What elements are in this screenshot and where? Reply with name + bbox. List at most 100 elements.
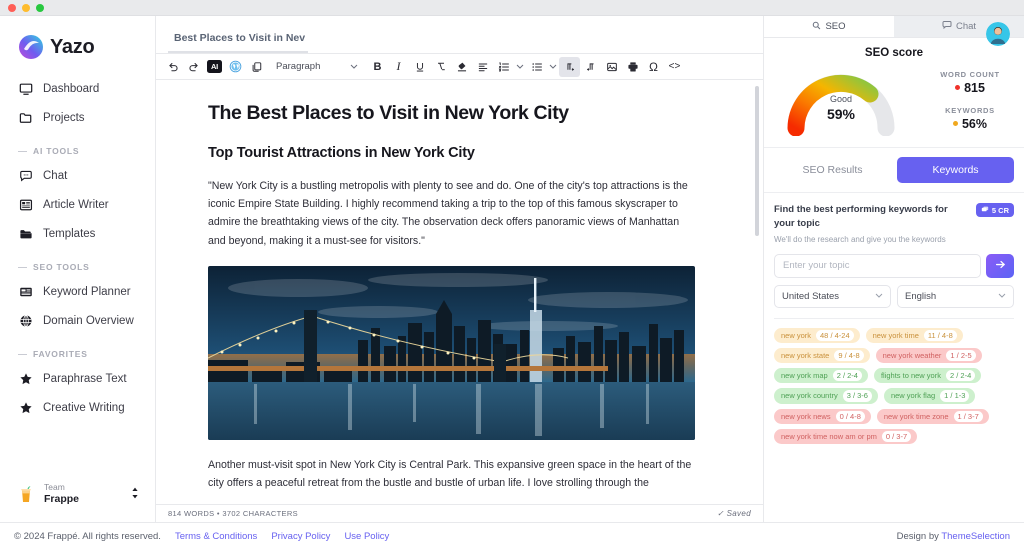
sidebar-item-chat[interactable]: Chat <box>10 161 145 190</box>
ai-button[interactable]: AI <box>204 57 225 77</box>
keyword-text: new york flag <box>891 390 935 401</box>
keywords-divider <box>774 318 1014 319</box>
right-panel: SEO Chat SEO score <box>764 16 1024 522</box>
keyword-tag[interactable]: new york weather1 / 2-5 <box>876 348 982 363</box>
keyword-tag[interactable]: new york map2 / 2-4 <box>774 368 868 383</box>
ordered-list-button[interactable] <box>493 57 514 77</box>
country-select[interactable]: United States <box>774 285 891 308</box>
block-style-label: Paragraph <box>276 61 320 72</box>
footer-link-use-policy[interactable]: Use Policy <box>344 531 389 542</box>
footer-link-privacy[interactable]: Privacy Policy <box>271 531 330 542</box>
themeselection-link[interactable]: ThemeSelection <box>941 531 1010 542</box>
align-left-button[interactable] <box>472 57 493 77</box>
section-title: AI TOOLS <box>33 146 79 156</box>
window-maximize-button[interactable] <box>36 4 44 12</box>
print-button[interactable] <box>622 57 643 77</box>
country-value: United States <box>782 291 839 302</box>
topic-input[interactable] <box>774 254 981 278</box>
sidebar-item-keyword-planner[interactable]: Keyword Planner <box>10 277 145 306</box>
star-icon <box>18 400 33 415</box>
segment-seo-results[interactable]: SEO Results <box>774 157 891 183</box>
window-close-button[interactable] <box>8 4 16 12</box>
copy-button[interactable] <box>246 57 267 77</box>
keyword-metric: 3 / 3-6 <box>843 390 872 401</box>
brand-logo-area[interactable]: Yazo <box>0 30 155 74</box>
window-minimize-button[interactable] <box>22 4 30 12</box>
wordpress-icon[interactable] <box>225 57 246 77</box>
sidebar-item-projects[interactable]: Projects <box>10 103 145 132</box>
credit-badge[interactable]: 5 CR <box>976 203 1014 217</box>
sidebar: Yazo Dashboard Projects <box>0 16 156 522</box>
document-subtitle: Top Tourist Attractions in New York City <box>208 145 707 161</box>
highlight-button[interactable] <box>451 57 472 77</box>
sidebar-item-paraphrase-text[interactable]: Paraphrase Text <box>10 364 145 393</box>
keywords-header: Find the best performing keywords for yo… <box>774 203 1014 244</box>
keyword-tag[interactable]: new york country3 / 3-6 <box>774 388 878 403</box>
bold-button[interactable]: B <box>367 57 388 77</box>
sidebar-item-domain-overview[interactable]: Domain Overview <box>10 306 145 335</box>
sidebar-item-label: Paraphrase Text <box>43 373 127 385</box>
document-scrollbar-thumb[interactable] <box>755 86 759 236</box>
metric-label: WORD COUNT <box>926 70 1014 79</box>
clear-format-button[interactable] <box>430 57 451 77</box>
code-view-button[interactable]: <> <box>664 57 685 77</box>
sidebar-item-label: Dashboard <box>43 83 99 95</box>
text-direction-ltr-button[interactable] <box>559 57 580 77</box>
italic-button[interactable]: I <box>388 57 409 77</box>
language-select[interactable]: English <box>897 285 1014 308</box>
dashboard-icon <box>18 81 33 96</box>
sidebar-item-label: Chat <box>43 170 67 182</box>
sidebar-section-seo-tools: SEO TOOLS <box>10 248 145 277</box>
bullet-list-button[interactable] <box>526 57 547 77</box>
user-avatar[interactable] <box>986 22 1010 46</box>
keyword-tag[interactable]: new york flag1 / 1-3 <box>884 388 975 403</box>
keyword-metric: 0 / 4-8 <box>836 411 865 422</box>
keywords-heading: Find the best performing keywords for yo… <box>774 203 970 231</box>
keyword-tag[interactable]: new york48 / 4-24 <box>774 328 860 343</box>
chevron-down-icon <box>350 61 358 72</box>
sidebar-nav: Dashboard Projects AI TOOLS <box>0 74 155 422</box>
footer-link-terms[interactable]: Terms & Conditions <box>175 531 257 542</box>
keyword-tag[interactable]: new york state9 / 4-8 <box>774 348 870 363</box>
block-style-dropdown[interactable]: Paragraph <box>271 57 363 77</box>
special-character-button[interactable]: Ω <box>643 57 664 77</box>
section-title: SEO TOOLS <box>33 262 90 272</box>
chevron-updown-icon[interactable] <box>131 487 139 501</box>
footer-links: © 2024 Frappé. All rights reserved. Term… <box>14 531 389 542</box>
insert-image-button[interactable] <box>601 57 622 77</box>
keyword-tag[interactable]: new york news 0 / 4-8 <box>774 409 871 424</box>
keywords-subheading: We'll do the research and give you the k… <box>774 235 970 244</box>
bullet-list-caret-icon[interactable] <box>547 57 559 77</box>
keyword-text: new york state <box>781 350 829 361</box>
undo-button[interactable] <box>162 57 183 77</box>
document-scrollbar-track[interactable] <box>755 86 759 498</box>
document-content[interactable]: The Best Places to Visit in New York Cit… <box>156 80 763 504</box>
sidebar-item-creative-writing[interactable]: Creative Writing <box>10 393 145 422</box>
keyword-text: new york news <box>781 411 831 422</box>
sidebar-item-article-writer[interactable]: Article Writer <box>10 190 145 219</box>
document-scroll-area[interactable]: The Best Places to Visit in New York Cit… <box>156 80 763 504</box>
sidebar-item-templates[interactable]: Templates <box>10 219 145 248</box>
tab-seo[interactable]: SEO <box>764 16 894 37</box>
keyword-text: new york time now am or pm <box>781 431 877 442</box>
topic-submit-button[interactable] <box>986 254 1014 278</box>
team-switcher[interactable]: Team Frappe <box>10 476 145 512</box>
keywords-section: Find the best performing keywords for yo… <box>764 193 1024 522</box>
chevron-down-icon <box>875 293 883 300</box>
keyword-tag[interactable]: flights to new york2 / 2-4 <box>874 368 981 383</box>
keyword-tag[interactable]: new york time zone1 / 3-7 <box>877 409 989 424</box>
article-icon <box>18 197 33 212</box>
redo-button[interactable] <box>183 57 204 77</box>
keyword-tag[interactable]: new york time11 / 4-8 <box>866 328 963 343</box>
editor-column: Best Places to Visit in Nev AI <box>156 16 764 522</box>
underline-button[interactable] <box>409 57 430 77</box>
metric-value-row: 56% <box>926 117 1014 131</box>
keyword-tag[interactable]: new york time now am or pm0 / 3-7 <box>774 429 917 444</box>
document-tab[interactable]: Best Places to Visit in Nev <box>168 32 308 53</box>
text-direction-rtl-button[interactable] <box>580 57 601 77</box>
segment-keywords[interactable]: Keywords <box>897 157 1014 183</box>
page-footer: © 2024 Frappé. All rights reserved. Term… <box>0 522 1024 550</box>
sidebar-item-dashboard[interactable]: Dashboard <box>10 74 145 103</box>
document-image-nyc-skyline[interactable] <box>208 266 695 440</box>
ordered-list-caret-icon[interactable] <box>514 57 526 77</box>
